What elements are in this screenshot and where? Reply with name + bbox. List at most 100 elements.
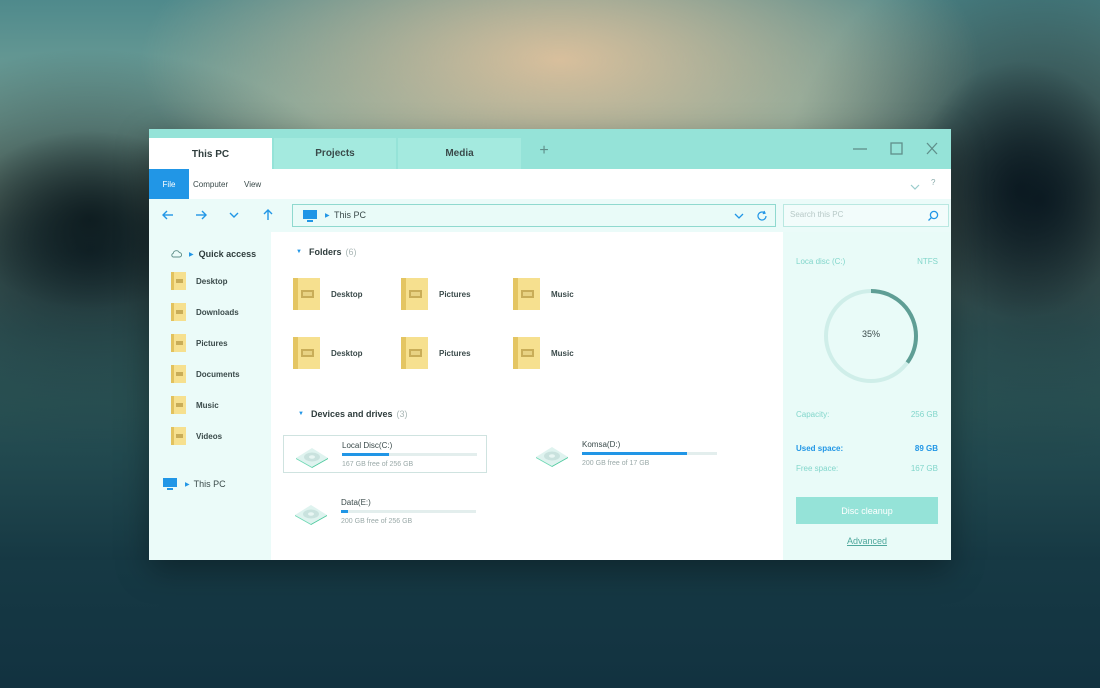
folder-icon [171,272,186,290]
nav-item-documents[interactable]: Documents [170,364,240,384]
hard-drive-icon [296,448,328,468]
address-bar[interactable]: ▶ This PC [292,204,776,227]
minimize-icon [853,148,867,150]
address-row: ▶ This PC [149,199,951,232]
folder-icon [401,278,428,310]
advanced-link[interactable]: Advanced [783,536,951,546]
disc-label: Loca disc (C:) [796,257,846,266]
computer-icon [303,210,317,222]
folders-section-header[interactable]: ▼ Folders (6) [296,247,356,257]
collapse-caret-icon: ▼ [298,411,304,417]
recent-locations-button[interactable] [227,208,241,222]
nav-item-this-pc[interactable]: ▶ This PC [162,477,226,491]
filesystem-label: NTFS [917,257,938,266]
drive-usage-fill [341,510,348,513]
capacity-label: Capacity: [796,410,830,419]
folder-tile[interactable]: Music [511,333,611,373]
search-input[interactable] [790,210,920,219]
hard-drive-icon [295,505,327,525]
folder-icon [293,278,320,310]
tab-projects[interactable]: Projects [274,138,396,169]
used-space-value: 89 GB [914,444,938,453]
up-button[interactable] [261,208,275,222]
drive-name: Local Disc(C:) [342,441,393,450]
navigation-pane: ▶ Quick access Desktop Downloads Picture… [149,232,271,560]
section-count: (3) [396,409,408,419]
folder-tile[interactable]: Desktop [291,333,391,373]
drive-usage-bar [342,453,477,456]
free-space-value: 167 GB [910,464,938,473]
nav-item-pictures[interactable]: Pictures [170,333,228,353]
ribbon-computer-tab[interactable]: Computer [193,169,228,199]
maximize-icon [890,142,903,155]
folder-icon [513,278,540,310]
close-icon [926,142,938,155]
tab-media[interactable]: Media [398,138,521,169]
help-button[interactable]: ? [931,178,935,187]
folder-icon [171,396,186,414]
folder-label: Pictures [439,348,471,358]
folder-icon [401,337,428,369]
nav-item-videos[interactable]: Videos [170,426,222,446]
nav-quick-access[interactable]: ▶ Quick access [170,247,256,261]
chevron-down-icon[interactable] [734,212,744,220]
folder-label: Desktop [331,289,363,299]
folder-label: Pictures [439,289,471,299]
cloud-icon [171,250,182,258]
search-icon[interactable] [927,210,939,222]
forward-button[interactable] [194,208,208,222]
folder-icon [293,337,320,369]
folder-icon [171,334,186,352]
chevron-down-icon [910,184,920,190]
back-button[interactable] [161,208,175,222]
disc-cleanup-button[interactable]: Disc cleanup [796,497,938,524]
drives-section-header[interactable]: ▼ Devices and drives (3) [298,409,408,419]
folder-icon [171,427,186,445]
folder-tile[interactable]: Music [511,274,611,314]
drive-name: Data(E:) [341,498,371,507]
nav-item-desktop[interactable]: Desktop [170,271,228,291]
nav-item-label: Music [196,400,219,410]
nav-item-label: This PC [193,479,226,489]
drive-tile[interactable]: Local Disc(C:) 167 GB free of 256 GB [283,435,487,473]
folder-icon [513,337,540,369]
new-tab-button[interactable]: + [537,143,551,159]
drive-tile[interactable]: Data(E:) 200 GB free of 256 GB [283,493,493,531]
section-title: Folders [308,247,342,257]
tab-this-pc[interactable]: This PC [149,138,272,170]
drive-tile[interactable]: Komsa(D:) 200 GB free of 17 GB [524,435,734,473]
minimize-button[interactable] [849,139,871,159]
nav-item-label: Desktop [196,276,228,286]
ribbon-file-tab[interactable]: File [149,169,189,199]
close-button[interactable] [921,139,943,159]
refresh-icon[interactable] [756,210,768,222]
file-explorer-window: This PC Projects Media + File Computer V… [149,129,951,560]
nav-item-label: Documents [196,369,240,379]
breadcrumb[interactable]: This PC [334,210,366,220]
expand-ribbon-button[interactable] [909,179,921,190]
maximize-button[interactable] [885,139,907,159]
arrow-left-icon [162,210,173,220]
folder-tile[interactable]: Pictures [399,333,499,373]
drive-usage-bar [341,510,476,513]
folder-icon [171,303,186,321]
expand-caret-icon: ▶ [185,481,190,488]
capacity-value: 256 GB [910,410,938,419]
folder-label: Desktop [331,348,363,358]
folder-tile[interactable]: Desktop [291,274,391,314]
ribbon-view-tab[interactable]: View [244,169,261,199]
drive-free-text: 200 GB free of 256 GB [341,518,413,525]
hard-drive-icon [536,447,568,467]
search-box[interactable] [783,204,949,227]
used-space-label: Used space: [796,444,844,453]
folder-label: Music [551,289,574,299]
arrow-up-icon [263,209,273,220]
section-title: Devices and drives [310,409,393,419]
arrow-right-icon [196,210,207,220]
expand-caret-icon: ▶ [189,251,194,258]
tab-label: Projects [315,148,355,159]
ribbon: File Computer View ? [149,169,951,199]
nav-item-downloads[interactable]: Downloads [170,302,239,322]
nav-item-music[interactable]: Music [170,395,219,415]
folder-tile[interactable]: Pictures [399,274,499,314]
